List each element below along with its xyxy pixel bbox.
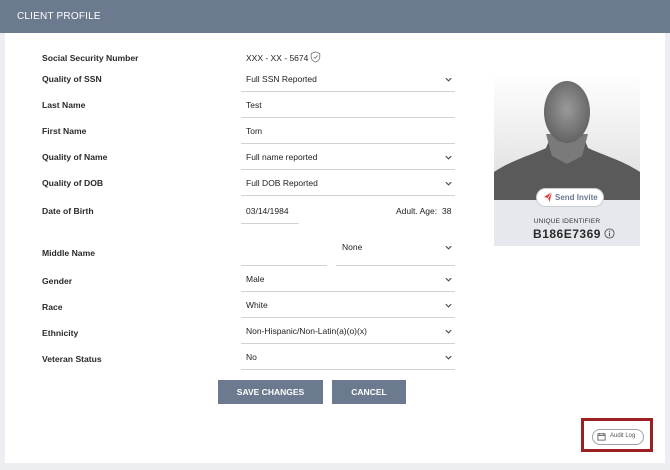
veteran-status-select[interactable]: No: [241, 349, 455, 370]
name-suffix-value: None: [342, 242, 363, 252]
ethnicity-label: Ethnicity: [42, 328, 79, 338]
send-icon: [544, 191, 553, 202]
client-profile-card: Social Security Number XXX - XX - 5674 Q…: [5, 33, 665, 463]
quality-dob-label: Quality of DOB: [42, 178, 104, 188]
save-changes-button[interactable]: SAVE CHANGES: [218, 380, 323, 404]
dob-label: Date of Birth: [42, 206, 94, 216]
ethnicity-select[interactable]: Non-Hispanic/Non-Latin(a)(o)(x): [241, 323, 455, 344]
gender-select[interactable]: Male: [241, 271, 455, 292]
quality-dob-row: Quality of DOB Full DOB Reported: [5, 175, 475, 196]
info-icon[interactable]: [604, 228, 615, 239]
quality-dob-select[interactable]: Full DOB Reported: [241, 175, 455, 196]
chevron-down-icon: [445, 303, 452, 308]
veteran-status-row: Veteran Status No: [5, 349, 475, 370]
audit-log-highlight: Audit Log: [581, 418, 653, 452]
name-suffix-select[interactable]: None: [336, 239, 455, 266]
dob-value: 03/14/1984: [246, 206, 289, 216]
chevron-down-icon: [445, 329, 452, 334]
age-label: Adult. Age:: [396, 206, 438, 216]
last-name-label: Last Name: [42, 100, 86, 110]
middle-name-input[interactable]: [241, 239, 327, 266]
gender-value: Male: [246, 274, 265, 284]
first-name-row: First Name Tom: [5, 123, 475, 144]
page-title: CLIENT PROFILE: [17, 11, 101, 22]
quality-ssn-label: Quality of SSN: [42, 74, 102, 84]
chevron-down-icon: [445, 277, 452, 282]
last-name-row: Last Name Test: [5, 97, 475, 118]
calendar-icon: [597, 432, 606, 441]
uid-label: UNIQUE IDENTIFIER: [533, 218, 601, 225]
race-value: White: [246, 300, 268, 310]
chevron-down-icon: [445, 77, 452, 82]
quality-name-label: Quality of Name: [42, 152, 108, 162]
veteran-status-value: No: [246, 352, 257, 362]
first-name-input[interactable]: Tom: [241, 123, 455, 144]
middle-name-label: Middle Name: [42, 248, 96, 258]
veteran-status-label: Veteran Status: [42, 354, 102, 364]
ethnicity-value: Non-Hispanic/Non-Latin(a)(o)(x): [246, 326, 367, 336]
first-name-value: Tom: [246, 126, 263, 136]
chevron-down-icon: [445, 355, 452, 360]
chevron-down-icon: [445, 181, 452, 186]
page-header: CLIENT PROFILE: [0, 0, 670, 33]
race-label: Race: [42, 302, 63, 312]
ssn-row: Social Security Number XXX - XX - 5674: [5, 50, 475, 70]
quality-ssn-row: Quality of SSN Full SSN Reported: [5, 71, 475, 92]
avatar: [494, 72, 640, 200]
last-name-input[interactable]: Test: [241, 97, 455, 118]
quality-ssn-select[interactable]: Full SSN Reported: [241, 71, 455, 92]
last-name-value: Test: [246, 100, 262, 110]
send-invite-button[interactable]: Send Invite: [537, 189, 603, 206]
quality-name-value: Full name reported: [246, 152, 318, 162]
chevron-down-icon: [445, 245, 452, 250]
quality-dob-value: Full DOB Reported: [246, 178, 318, 188]
audit-log-button[interactable]: Audit Log: [592, 429, 644, 445]
first-name-label: First Name: [42, 126, 87, 136]
dob-row: Date of Birth 03/14/1984 Adult. Age: 38: [5, 203, 475, 224]
ssn-value: XXX - XX - 5674: [246, 53, 309, 63]
age-value: 38: [442, 206, 452, 216]
quality-name-row: Quality of Name Full name reported: [5, 149, 475, 170]
chevron-down-icon: [445, 155, 452, 160]
audit-log-label: Audit Log: [610, 433, 636, 439]
gender-row: Gender Male: [5, 271, 475, 292]
ethnicity-row: Ethnicity Non-Hispanic/Non-Latin(a)(o)(x…: [5, 323, 475, 344]
dob-input[interactable]: 03/14/1984: [241, 203, 299, 224]
ssn-label: Social Security Number: [42, 53, 139, 63]
quality-ssn-value: Full SSN Reported: [246, 74, 317, 84]
race-select[interactable]: White: [241, 297, 455, 318]
gender-label: Gender: [42, 276, 73, 286]
cancel-button[interactable]: CANCEL: [332, 380, 406, 404]
shield-icon[interactable]: [310, 51, 321, 63]
send-invite-label: Send Invite: [555, 193, 598, 202]
race-row: Race White: [5, 297, 475, 318]
quality-name-select[interactable]: Full name reported: [241, 149, 455, 170]
profile-panel: Send Invite UNIQUE IDENTIFIER B186E7369: [494, 72, 640, 246]
middle-name-row: Middle Name None: [5, 239, 475, 267]
